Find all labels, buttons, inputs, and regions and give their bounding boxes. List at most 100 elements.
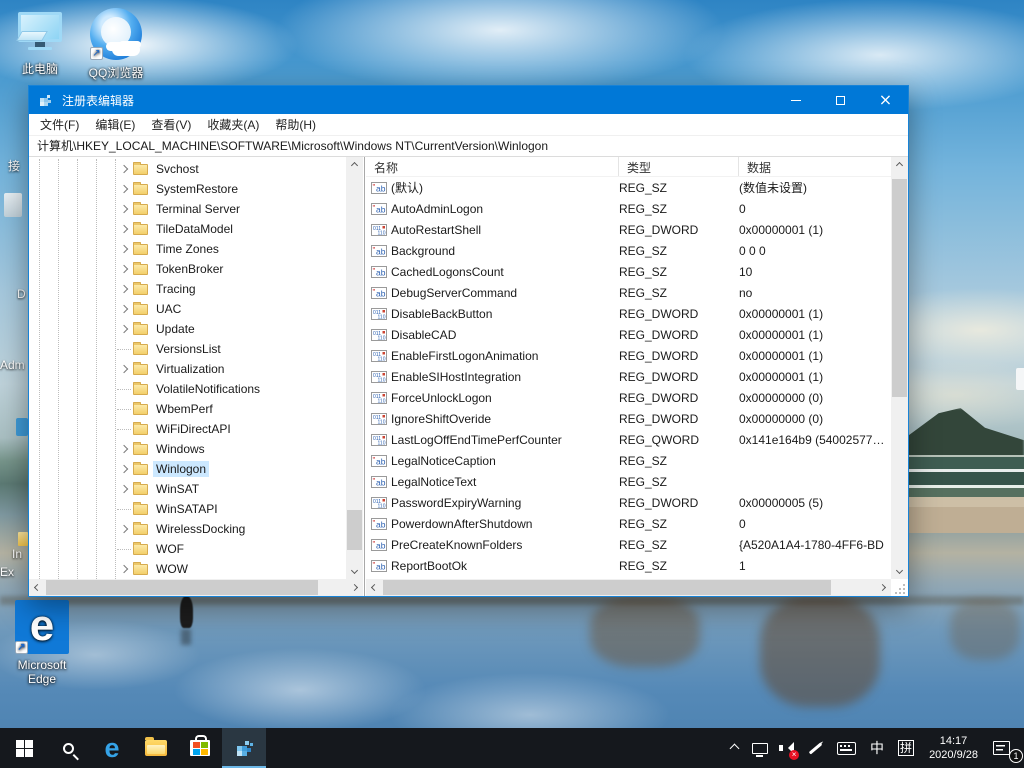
menu-favorites[interactable]: 收藏夹(A) (199, 113, 267, 136)
value-name[interactable]: DisableCAD (391, 328, 456, 342)
expand-chevron-icon[interactable] (120, 225, 128, 233)
value-name[interactable]: AutoRestartShell (391, 223, 481, 237)
registry-value-row[interactable]: "abAutoAdminLogonREG_SZ0 (366, 198, 891, 219)
tree-item-windows[interactable]: Windows (29, 439, 346, 459)
scroll-right-button[interactable] (346, 579, 363, 596)
expand-chevron-icon[interactable] (120, 565, 128, 573)
scroll-left-button[interactable] (29, 579, 46, 596)
tree-item-label[interactable]: Terminal Server (153, 201, 243, 217)
taskbar-search-button[interactable] (46, 728, 90, 768)
registry-value-row[interactable]: 011110ForceUnlockLogonREG_DWORD0x0000000… (366, 387, 891, 408)
tree-item-terminal-server[interactable]: Terminal Server (29, 199, 346, 219)
registry-value-row[interactable]: "abLegalNoticeTextREG_SZ (366, 471, 891, 492)
registry-value-row[interactable]: 011110DisableBackButtonREG_DWORD0x000000… (366, 303, 891, 324)
registry-value-row[interactable]: 011110PasswordExpiryWarningREG_DWORD0x00… (366, 492, 891, 513)
menu-help[interactable]: 帮助(H) (267, 113, 324, 136)
tree-item-label[interactable]: TokenBroker (153, 261, 226, 277)
tree-item-label[interactable]: TileDataModel (153, 221, 236, 237)
expand-chevron-icon[interactable] (120, 365, 128, 373)
tree-item-label[interactable]: WinSAT (153, 481, 202, 497)
column-header-name[interactable]: 名称 (366, 157, 619, 176)
scroll-down-button[interactable] (891, 562, 908, 579)
tree-vertical-scrollbar[interactable] (346, 157, 363, 579)
taskbar-edge-button[interactable]: e (90, 728, 134, 768)
registry-value-row[interactable]: 011110AutoRestartShellREG_DWORD0x0000000… (366, 219, 891, 240)
tree-item-label[interactable]: Winlogon (153, 461, 209, 477)
value-name[interactable]: CachedLogonsCount (391, 265, 504, 279)
registry-value-row[interactable]: "abBackgroundREG_SZ0 0 0 (366, 240, 891, 261)
tray-touch-keyboard[interactable] (830, 728, 863, 768)
desktop-icon-label[interactable]: Microsoft Edge (10, 658, 74, 686)
list-vertical-scrollbar[interactable] (891, 157, 908, 579)
tree-item-winlogon[interactable]: Winlogon (29, 459, 346, 479)
scroll-down-button[interactable] (346, 562, 363, 579)
tree-item-winsat[interactable]: WinSAT (29, 479, 346, 499)
tray-clock[interactable]: 14:17 2020/9/28 (921, 728, 986, 768)
value-name[interactable]: ReportBootOk (391, 559, 467, 573)
value-name[interactable]: EnableFirstLogonAnimation (391, 349, 538, 363)
expand-chevron-icon[interactable] (120, 265, 128, 273)
taskbar-regedit-button[interactable] (222, 728, 266, 768)
value-name[interactable]: DisableBackButton (391, 307, 492, 321)
taskbar-store-button[interactable] (178, 728, 222, 768)
tray-ime-layout[interactable]: 拼 (891, 728, 921, 768)
registry-value-row[interactable]: "abPowerdownAfterShutdownREG_SZ0 (366, 513, 891, 534)
tree-item-tracing[interactable]: Tracing (29, 279, 346, 299)
value-name[interactable]: (默认) (391, 179, 423, 196)
scroll-right-button[interactable] (874, 579, 891, 596)
desktop-icon-label[interactable]: QQ浏览器 (80, 64, 152, 81)
tree-item-uac[interactable]: UAC (29, 299, 346, 319)
tree-item-label[interactable]: WiFiDirectAPI (153, 421, 234, 437)
desktop-icon-microsoft-edge[interactable]: e ↗ Microsoft Edge (6, 600, 78, 686)
expand-chevron-icon[interactable] (120, 305, 128, 313)
menu-file[interactable]: 文件(F) (32, 113, 87, 136)
registry-value-row[interactable]: "abLegalNoticeCaptionREG_SZ (366, 450, 891, 471)
registry-value-row[interactable]: "abReportBootOkREG_SZ1 (366, 555, 891, 576)
tree-item-wirelessdocking[interactable]: WirelessDocking (29, 519, 346, 539)
tree-item-label[interactable]: Svchost (153, 161, 202, 177)
menu-edit[interactable]: 编辑(E) (87, 113, 143, 136)
expand-chevron-icon[interactable] (120, 485, 128, 493)
expand-chevron-icon[interactable] (120, 185, 128, 193)
list-horizontal-scrollbar[interactable] (366, 579, 891, 596)
address-bar[interactable]: 计算机\HKEY_LOCAL_MACHINE\SOFTWARE\Microsof… (29, 136, 908, 157)
value-name[interactable]: IgnoreShiftOveride (391, 412, 491, 426)
tree-item-tiledatamodel[interactable]: TileDataModel (29, 219, 346, 239)
registry-value-row[interactable]: 011110EnableSIHostIntegrationREG_DWORD0x… (366, 366, 891, 387)
tree-item-wof[interactable]: WOF (29, 539, 346, 559)
expand-chevron-icon[interactable] (120, 165, 128, 173)
tree-item-tokenbroker[interactable]: TokenBroker (29, 259, 346, 279)
tree-item-update[interactable]: Update (29, 319, 346, 339)
scrollbar-thumb[interactable] (347, 510, 362, 550)
tree-item-label[interactable]: WOW (153, 561, 191, 577)
tree-item-label[interactable]: Virtualization (153, 361, 227, 377)
registry-value-row[interactable]: "abCachedLogonsCountREG_SZ10 (366, 261, 891, 282)
tray-show-hidden-icons[interactable] (724, 728, 745, 768)
expand-chevron-icon[interactable] (120, 245, 128, 253)
tree-item-label[interactable]: SystemRestore (153, 181, 241, 197)
tree-item-time-zones[interactable]: Time Zones (29, 239, 346, 259)
column-header-type[interactable]: 类型 (619, 157, 739, 176)
registry-value-row[interactable]: "abDebugServerCommandREG_SZno (366, 282, 891, 303)
maximize-button[interactable] (818, 86, 863, 114)
desktop-icon-this-pc[interactable]: 此电脑 (4, 12, 76, 77)
value-name[interactable]: LegalNoticeCaption (391, 454, 496, 468)
tree-item-label[interactable]: WinSATAPI (153, 501, 221, 517)
value-name[interactable]: LastLogOffEndTimePerfCounter (391, 433, 562, 447)
registry-value-row[interactable]: 011110LastLogOffEndTimePerfCounterREG_QW… (366, 429, 891, 450)
action-center-button[interactable]: 1 (986, 728, 1024, 768)
tree-item-winsatapi[interactable]: WinSATAPI (29, 499, 346, 519)
registry-value-row[interactable]: "abPreCreateKnownFoldersREG_SZ{A520A1A4-… (366, 534, 891, 555)
tree-item-svchost[interactable]: Svchost (29, 159, 346, 179)
tree-item-label[interactable]: VolatileNotifications (153, 381, 263, 397)
scroll-up-button[interactable] (346, 157, 363, 174)
value-name[interactable]: AutoAdminLogon (391, 202, 483, 216)
value-name[interactable]: PowerdownAfterShutdown (391, 517, 532, 531)
title-bar[interactable]: 注册表编辑器 × (29, 86, 908, 114)
minimize-button[interactable] (773, 86, 818, 114)
value-name[interactable]: Background (391, 244, 455, 258)
scroll-left-button[interactable] (366, 579, 383, 596)
desktop-icon-qq-browser[interactable]: ↗ QQ浏览器 (80, 8, 152, 81)
tree-item-systemrestore[interactable]: SystemRestore (29, 179, 346, 199)
scrollbar-thumb[interactable] (383, 580, 831, 595)
